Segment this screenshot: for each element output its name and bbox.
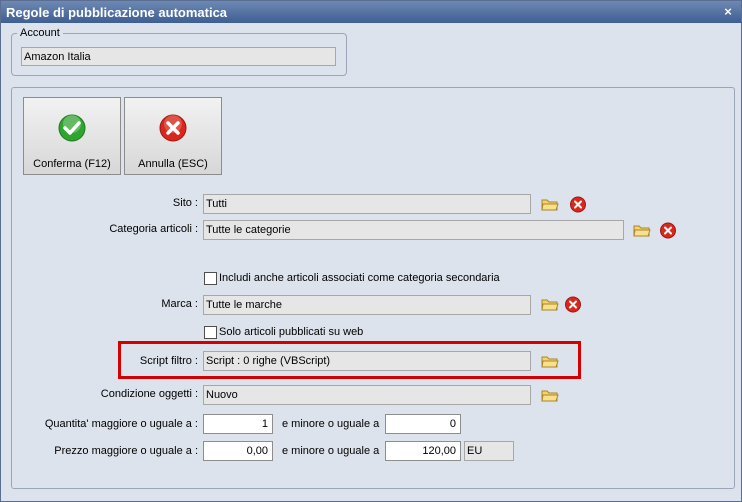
quantita-label: Quantita' maggiore o uguale a : bbox=[44, 418, 198, 430]
categoria-browse-button[interactable] bbox=[631, 220, 651, 239]
check-icon bbox=[58, 114, 86, 142]
sito-browse-button[interactable] bbox=[539, 194, 559, 213]
cancel-button[interactable]: Annulla (ESC) bbox=[124, 97, 222, 175]
folder-icon bbox=[541, 356, 559, 368]
folder-icon bbox=[633, 225, 651, 237]
condizione-browse-button[interactable] bbox=[539, 385, 559, 404]
account-field: Amazon Italia bbox=[21, 47, 336, 66]
currency-field: EU bbox=[464, 441, 514, 461]
marca-browse-button[interactable] bbox=[539, 294, 559, 313]
clear-icon bbox=[570, 196, 586, 213]
close-icon[interactable]: × bbox=[721, 5, 735, 19]
folder-icon bbox=[541, 199, 559, 211]
condizione-field: Nuovo bbox=[203, 385, 531, 405]
secondary-category-checkbox[interactable] bbox=[204, 272, 217, 285]
categoria-clear-button[interactable] bbox=[657, 220, 677, 239]
confirm-label: Conferma (F12) bbox=[33, 158, 111, 170]
prezzo-min-input[interactable]: 0,00 bbox=[203, 441, 273, 461]
web-only-checkbox[interactable] bbox=[204, 326, 217, 339]
categoria-field: Tutte le categorie bbox=[203, 220, 624, 240]
sito-clear-button[interactable] bbox=[567, 194, 587, 213]
folder-icon bbox=[541, 390, 559, 402]
script-field: Script : 0 righe (VBScript) bbox=[203, 351, 531, 371]
clear-icon bbox=[565, 296, 581, 313]
categoria-label: Categoria articoli : bbox=[109, 223, 198, 235]
title-bar: Regole di pubblicazione automatica × bbox=[1, 1, 741, 23]
script-browse-button[interactable] bbox=[539, 351, 559, 370]
quantita-max-input[interactable]: 0 bbox=[385, 414, 461, 434]
prezzo-max-input[interactable]: 120,00 bbox=[385, 441, 461, 461]
sito-field: Tutti bbox=[203, 194, 531, 214]
quantita-between-label: e minore o uguale a bbox=[282, 418, 380, 430]
confirm-button[interactable]: Conferma (F12) bbox=[23, 97, 121, 175]
quantita-min-input[interactable]: 1 bbox=[203, 414, 273, 434]
clear-icon bbox=[660, 222, 676, 239]
marca-label: Marca : bbox=[161, 298, 198, 310]
cancel-label: Annulla (ESC) bbox=[138, 158, 208, 170]
web-only-label: Solo articoli pubblicati su web bbox=[219, 326, 364, 338]
account-legend: Account bbox=[20, 27, 60, 39]
cancel-x-icon bbox=[159, 114, 187, 142]
secondary-category-label: Includi anche articoli associati come ca… bbox=[219, 272, 500, 284]
marca-field: Tutte le marche bbox=[203, 295, 531, 315]
prezzo-label: Prezzo maggiore o uguale a : bbox=[54, 445, 198, 457]
condizione-label: Condizione oggetti : bbox=[100, 388, 198, 400]
script-label: Script filtro : bbox=[139, 355, 198, 367]
prezzo-between-label: e minore o uguale a bbox=[282, 445, 380, 457]
folder-icon bbox=[541, 299, 559, 311]
sito-label: Sito : bbox=[172, 197, 198, 209]
dialog-window: Regole di pubblicazione automatica × Acc… bbox=[0, 0, 742, 502]
marca-clear-button[interactable] bbox=[562, 294, 582, 313]
window-title: Regole di pubblicazione automatica bbox=[6, 5, 228, 20]
